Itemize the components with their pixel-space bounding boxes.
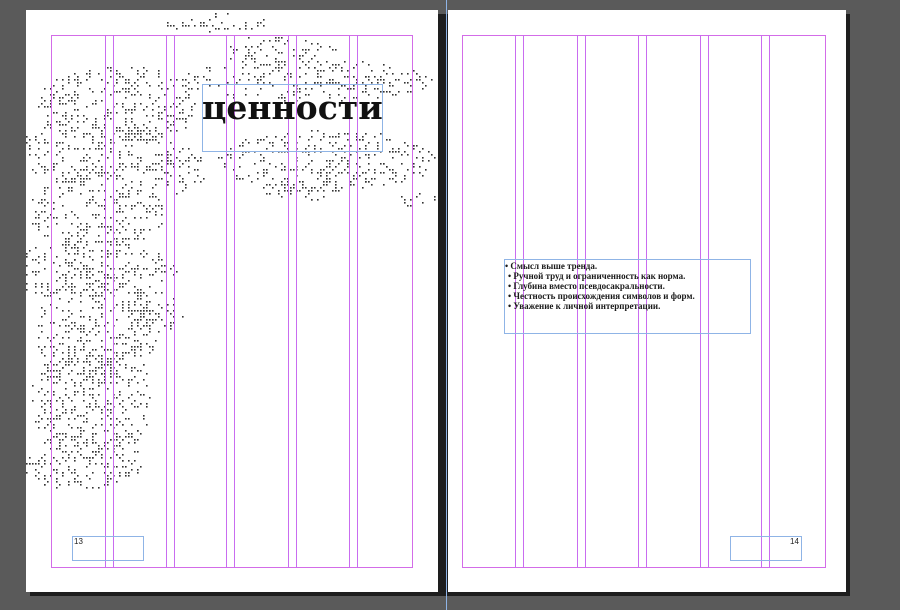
bullet-item: • Глубина вместо псевдосакральности.: [508, 281, 665, 291]
right-page[interactable]: • Смысл выше тренда. • Ручной труд и огр…: [448, 10, 846, 592]
left-page[interactable]: ценности 13: [26, 10, 438, 592]
column-guide: [174, 35, 175, 568]
column-guide: [166, 35, 167, 568]
bullet-item: • Смысл выше тренда.: [505, 261, 598, 271]
column-guide: [105, 35, 106, 568]
bullet-item: • Честность происхождения символов и фор…: [508, 291, 695, 301]
bullet-item: • Ручной труд и ограниченность как норма…: [508, 271, 686, 281]
bullet-item: • Уважение к личной интерпретации.: [508, 301, 661, 311]
page-number-left: 13: [74, 537, 83, 546]
column-guide: [113, 35, 114, 568]
page-number-right: 14: [790, 537, 799, 546]
spine-guide: [446, 0, 447, 610]
values-bullet-list: • Смысл выше тренда. • Ручной труд и огр…: [505, 261, 695, 311]
column-guide: [761, 35, 762, 568]
page-title: ценности: [202, 88, 383, 127]
column-guide: [769, 35, 770, 568]
